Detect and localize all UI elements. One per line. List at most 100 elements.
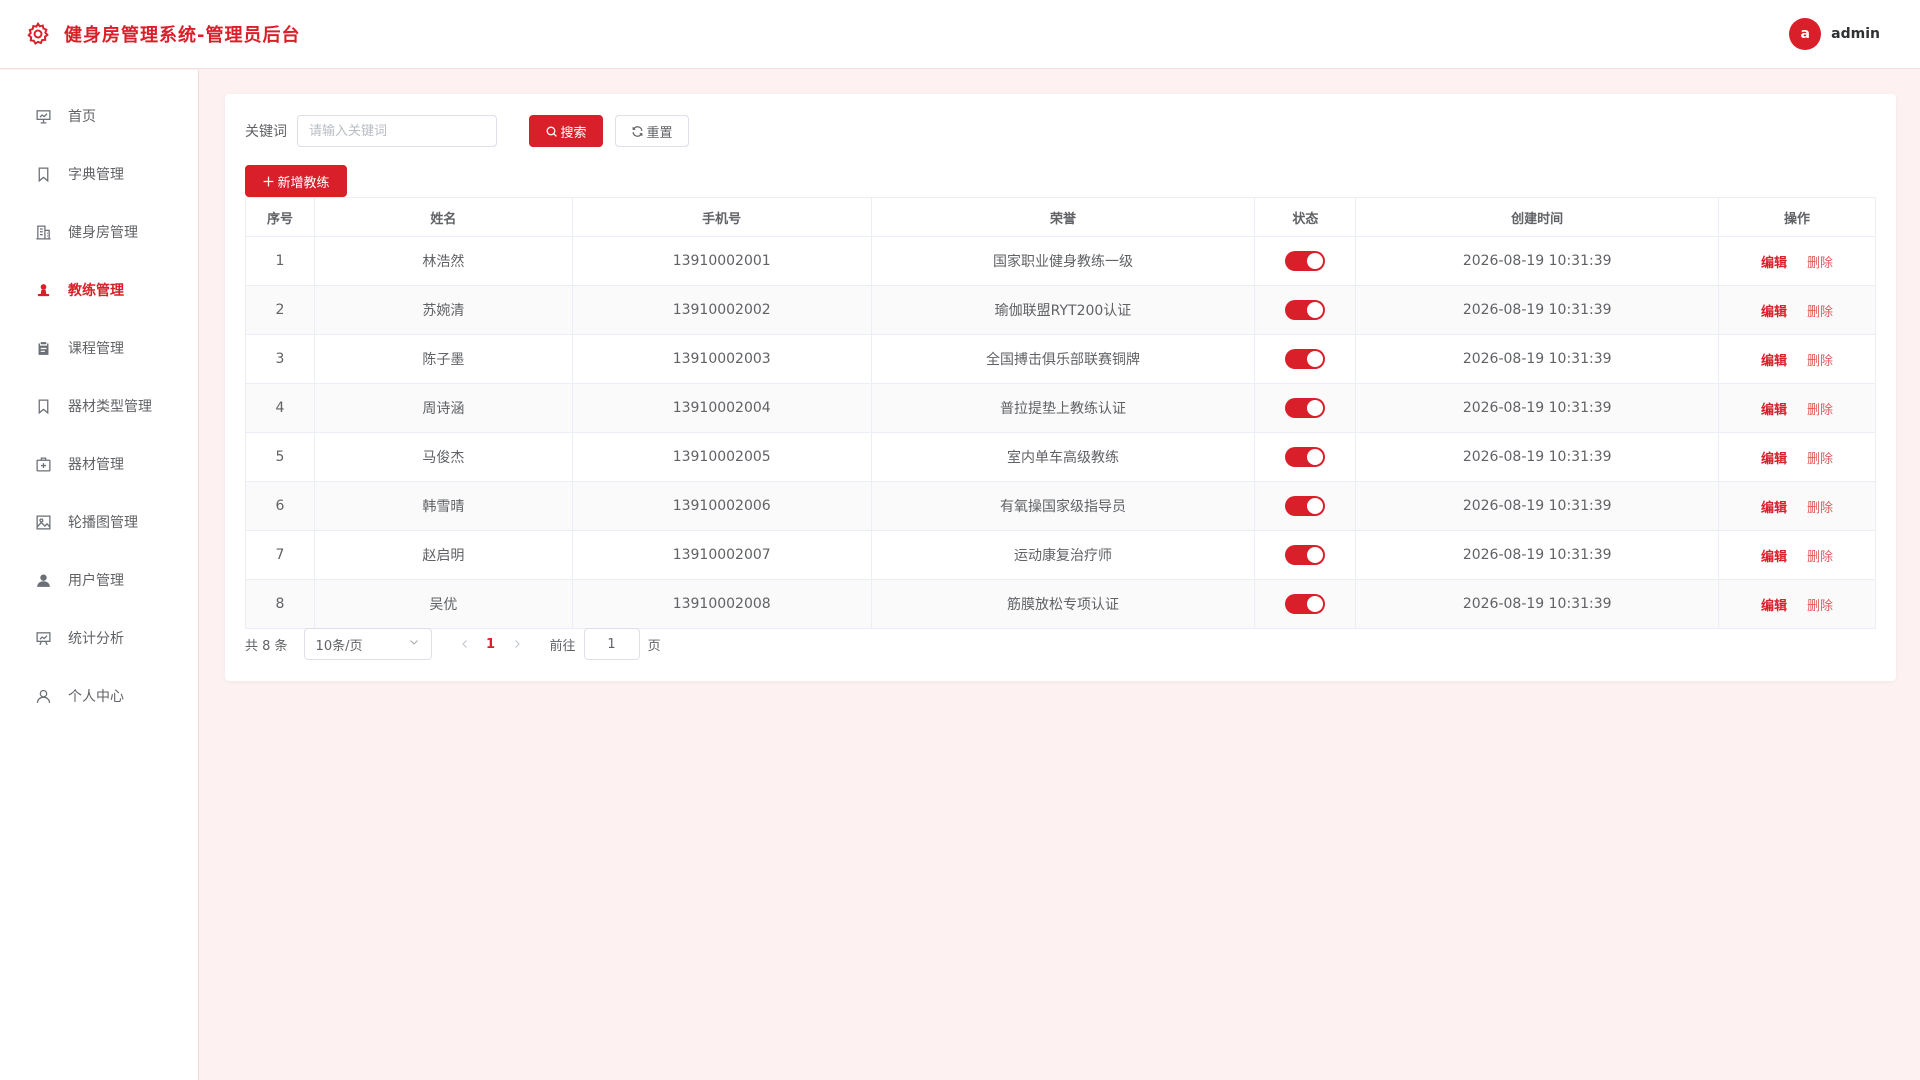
- edit-button[interactable]: 编辑: [1761, 256, 1787, 271]
- delete-button[interactable]: 删除: [1807, 354, 1833, 369]
- sidebar-item-equipment-type[interactable]: 器材类型管理: [0, 377, 198, 435]
- cell-actions: 编辑 删除: [1718, 530, 1876, 580]
- delete-button[interactable]: 删除: [1807, 550, 1833, 565]
- status-toggle[interactable]: [1285, 545, 1326, 565]
- search-bar: 关键词 搜索 重置: [245, 115, 689, 147]
- column-header-honor: 荣誉: [870, 197, 1256, 237]
- delete-button[interactable]: 删除: [1807, 501, 1833, 516]
- sidebar-item-label: 器材管理: [68, 457, 124, 473]
- sidebar-item-label: 器材类型管理: [68, 399, 152, 415]
- cell-phone: 13910002001: [571, 236, 872, 286]
- edit-button[interactable]: 编辑: [1761, 403, 1787, 418]
- coach-table: 序号 姓名 手机号 荣誉 状态 创建时间 操作 1 林浩然 1391000200…: [245, 197, 1876, 629]
- cell-actions: 编辑 删除: [1718, 285, 1876, 335]
- picture-icon: [34, 513, 52, 531]
- toggle-knob: [1307, 498, 1324, 514]
- cell-name: 林浩然: [313, 236, 573, 286]
- stamp-icon: [34, 281, 52, 299]
- sidebar-item-label: 个人中心: [68, 689, 124, 705]
- cell-status: [1254, 236, 1357, 286]
- cell-phone: 13910002008: [571, 579, 872, 629]
- search-input[interactable]: [297, 115, 497, 147]
- sidebar-item-carousel[interactable]: 轮播图管理: [0, 493, 198, 551]
- column-header-status: 状态: [1254, 197, 1357, 237]
- edit-button[interactable]: 编辑: [1761, 354, 1787, 369]
- cell-honor: 国家职业健身教练一级: [870, 236, 1256, 286]
- edit-button[interactable]: 编辑: [1761, 599, 1787, 614]
- table-row: 2 苏婉清 13910002002 瑜伽联盟RYT200认证 2026-08-1…: [245, 285, 1876, 335]
- reset-button[interactable]: 重置: [615, 115, 689, 147]
- sidebar-item-gym[interactable]: 健身房管理: [0, 203, 198, 261]
- cell-index: 6: [245, 481, 315, 531]
- cell-created: 2026-08-19 10:31:39: [1355, 236, 1720, 286]
- sidebar-item-coach[interactable]: 教练管理: [0, 261, 198, 319]
- sidebar-item-statistics[interactable]: 统计分析: [0, 609, 198, 667]
- cell-name: 赵启明: [313, 530, 573, 580]
- username[interactable]: admin: [1831, 26, 1880, 42]
- cell-honor: 普拉提垫上教练认证: [870, 383, 1256, 433]
- toggle-knob: [1307, 449, 1324, 465]
- sidebar-item-home[interactable]: 首页: [0, 87, 198, 145]
- bookmark-icon: [34, 165, 52, 183]
- status-toggle[interactable]: [1285, 447, 1326, 467]
- add-coach-button[interactable]: 新增教练: [245, 165, 347, 197]
- edit-button[interactable]: 编辑: [1761, 550, 1787, 565]
- app-title: 健身房管理系统-管理员后台: [64, 25, 301, 46]
- goto-page-input[interactable]: [583, 628, 640, 660]
- edit-button[interactable]: 编辑: [1761, 452, 1787, 467]
- sidebar-item-course[interactable]: 课程管理: [0, 319, 198, 377]
- cell-name: 韩雪晴: [313, 481, 573, 531]
- cell-honor: 筋膜放松专项认证: [870, 579, 1256, 629]
- status-toggle[interactable]: [1285, 349, 1326, 369]
- sidebar-item-equipment[interactable]: 器材管理: [0, 435, 198, 493]
- goto-label: 前往: [549, 638, 576, 654]
- delete-button[interactable]: 删除: [1807, 452, 1833, 467]
- delete-button[interactable]: 删除: [1807, 403, 1833, 418]
- edit-button[interactable]: 编辑: [1761, 305, 1787, 320]
- cell-created: 2026-08-19 10:31:39: [1355, 530, 1720, 580]
- toggle-knob: [1307, 351, 1324, 367]
- sidebar-item-dictionary[interactable]: 字典管理: [0, 145, 198, 203]
- status-toggle[interactable]: [1285, 496, 1326, 516]
- chevron-down-icon: [408, 636, 420, 652]
- delete-button[interactable]: 删除: [1807, 256, 1833, 271]
- column-header-actions: 操作: [1718, 197, 1876, 237]
- edit-button[interactable]: 编辑: [1761, 501, 1787, 516]
- cell-status: [1254, 334, 1357, 384]
- column-header-name: 姓名: [313, 197, 573, 237]
- status-toggle[interactable]: [1285, 398, 1326, 418]
- search-button[interactable]: 搜索: [529, 115, 603, 147]
- cell-phone: 13910002006: [571, 481, 872, 531]
- cell-phone: 13910002003: [571, 334, 872, 384]
- reset-button-label: 重置: [646, 125, 673, 141]
- cell-index: 4: [245, 383, 315, 433]
- prev-page-button[interactable]: [452, 638, 478, 650]
- cell-name: 陈子墨: [313, 334, 573, 384]
- column-header-created: 创建时间: [1355, 197, 1720, 237]
- cell-status: [1254, 432, 1357, 482]
- delete-button[interactable]: 删除: [1807, 305, 1833, 320]
- sidebar-item-profile[interactable]: 个人中心: [0, 667, 198, 725]
- next-page-button[interactable]: [504, 638, 530, 650]
- sidebar-item-label: 统计分析: [68, 631, 124, 647]
- table-row: 7 赵启明 13910002007 运动康复治疗师 2026-08-19 10:…: [245, 530, 1876, 580]
- status-toggle[interactable]: [1285, 251, 1326, 271]
- page-size-select[interactable]: 10条/页: [303, 628, 432, 660]
- user-menu[interactable]: a admin: [1789, 18, 1880, 50]
- sidebar-item-label: 轮播图管理: [68, 515, 138, 531]
- cell-status: [1254, 579, 1357, 629]
- search-button-label: 搜索: [560, 125, 587, 141]
- cell-created: 2026-08-19 10:31:39: [1355, 383, 1720, 433]
- table-row: 4 周诗涵 13910002004 普拉提垫上教练认证 2026-08-19 1…: [245, 383, 1876, 433]
- cell-created: 2026-08-19 10:31:39: [1355, 481, 1720, 531]
- delete-button[interactable]: 删除: [1807, 599, 1833, 614]
- cell-index: 2: [245, 285, 315, 335]
- presentation-chart-icon: [34, 107, 52, 125]
- status-toggle[interactable]: [1285, 594, 1326, 614]
- cell-created: 2026-08-19 10:31:39: [1355, 285, 1720, 335]
- status-toggle[interactable]: [1285, 300, 1326, 320]
- avatar[interactable]: a: [1789, 18, 1822, 50]
- sidebar-item-users[interactable]: 用户管理: [0, 551, 198, 609]
- cell-index: 8: [245, 579, 315, 629]
- page-number-current[interactable]: 1: [478, 637, 504, 652]
